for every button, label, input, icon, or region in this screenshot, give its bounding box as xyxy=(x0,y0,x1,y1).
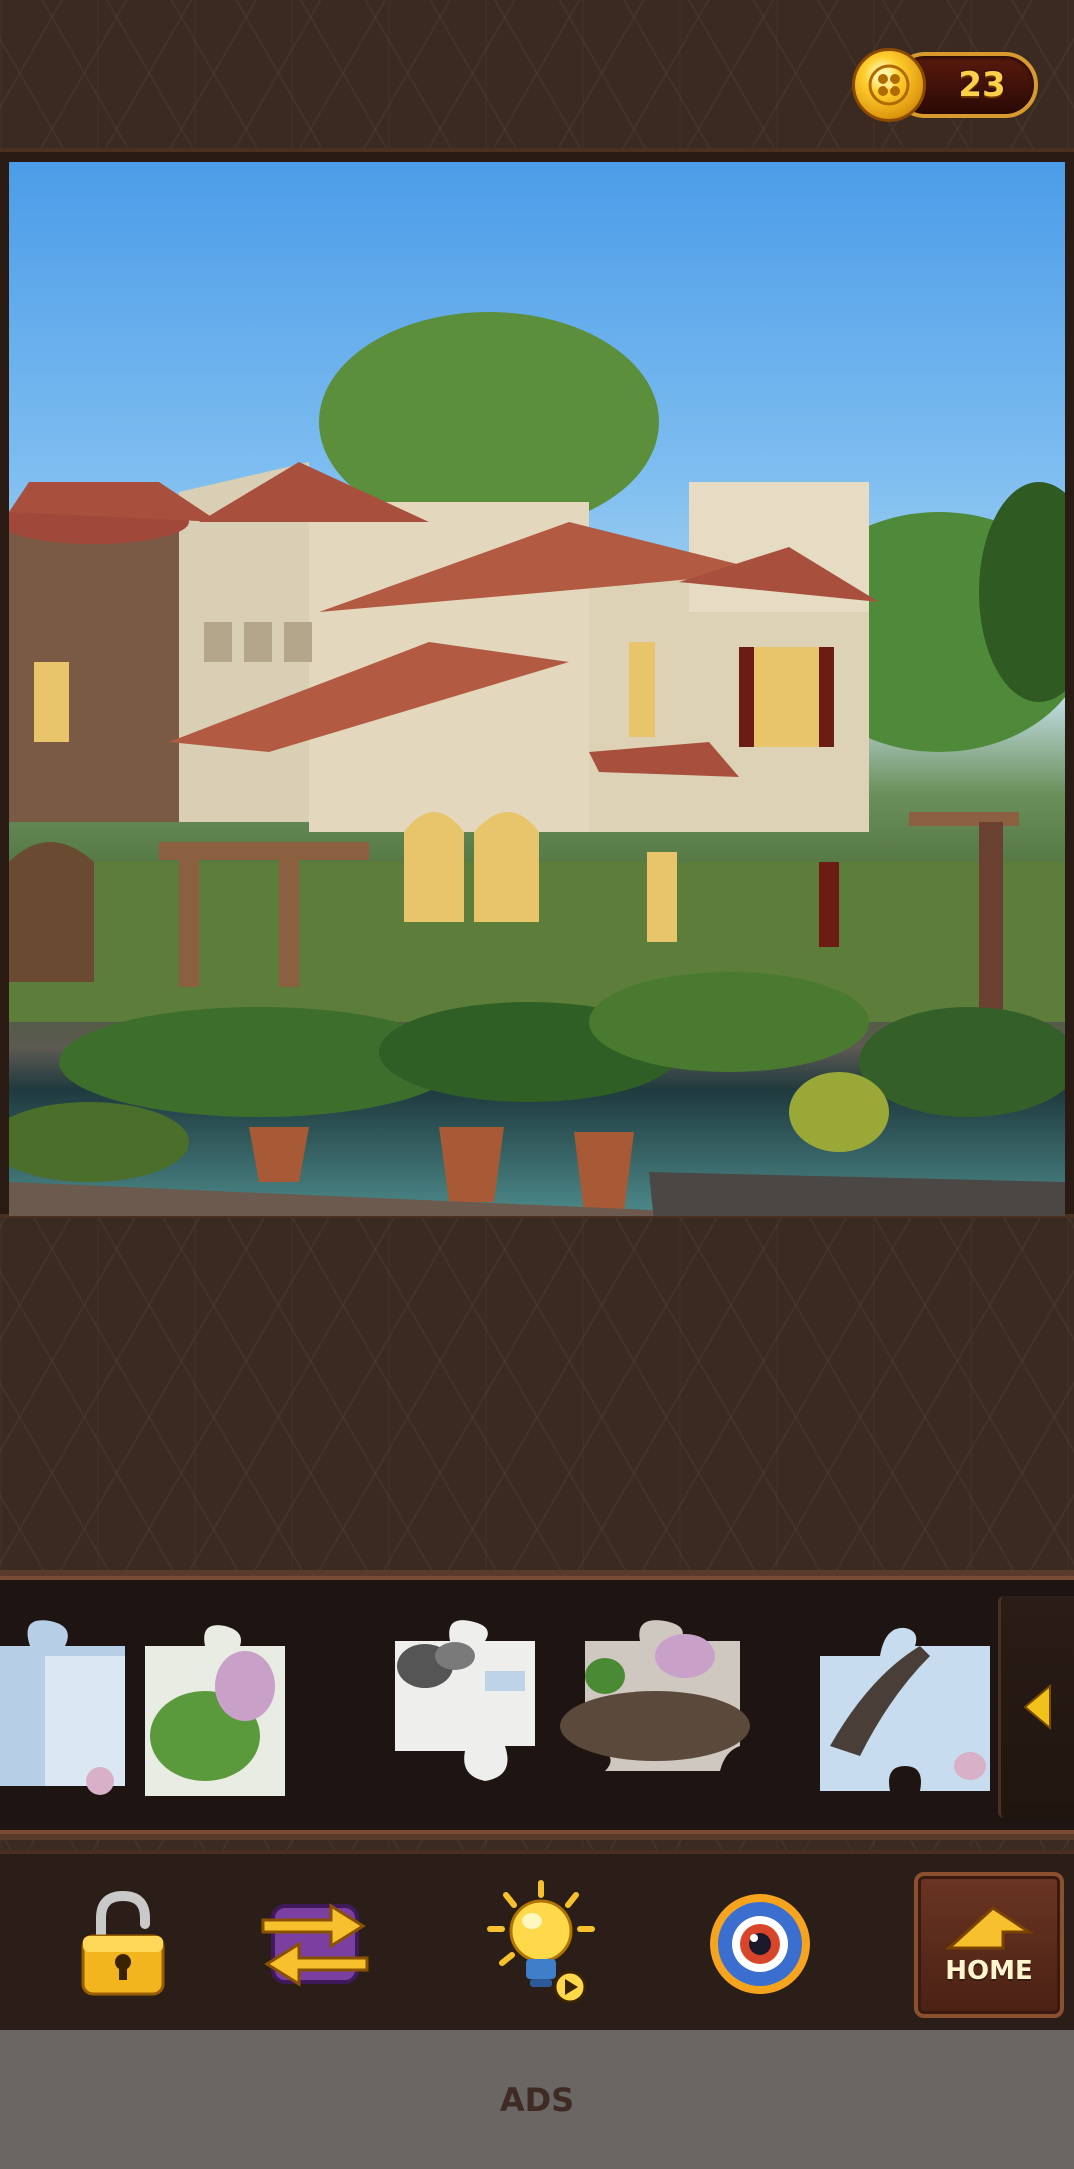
tray-scroll-button[interactable] xyxy=(998,1596,1074,1818)
ads-banner[interactable]: ADS xyxy=(0,2030,1074,2169)
home-button[interactable]: HOME xyxy=(914,1872,1064,2018)
coin-count: 23 xyxy=(958,65,1006,105)
ads-label: ADS xyxy=(499,2080,575,2119)
puzzle-piece[interactable] xyxy=(790,1616,994,1806)
unlock-button[interactable] xyxy=(58,1874,188,2014)
home-arrow-icon xyxy=(945,1906,1034,1950)
triangle-left-icon xyxy=(1022,1684,1051,1730)
puzzle-piece[interactable] xyxy=(0,1616,140,1806)
eye-icon xyxy=(710,1894,810,1994)
puzzle-piece[interactable] xyxy=(545,1616,755,1806)
hint-button[interactable] xyxy=(476,1874,606,2014)
puzzle-piece[interactable] xyxy=(145,1616,315,1806)
swap-arrows-icon xyxy=(261,1903,369,1987)
home-label: HOME xyxy=(945,1956,1033,1986)
puzzle-board xyxy=(0,148,1074,1218)
lightbulb-icon xyxy=(487,1880,595,2004)
padlock-open-icon xyxy=(81,1890,165,1996)
puzzle-image[interactable] xyxy=(9,162,1065,1216)
piece-tray xyxy=(0,1570,1074,1840)
swap-button[interactable] xyxy=(250,1874,380,2014)
preview-button[interactable] xyxy=(695,1874,825,2014)
gold-coin-icon xyxy=(852,48,926,122)
coin-counter[interactable]: 23 xyxy=(852,48,1038,122)
bottom-toolbar: HOME xyxy=(0,1850,1074,2030)
piece-list[interactable] xyxy=(0,1594,994,1816)
villa-illustration xyxy=(9,312,1065,1216)
puzzle-piece[interactable] xyxy=(355,1616,545,1806)
